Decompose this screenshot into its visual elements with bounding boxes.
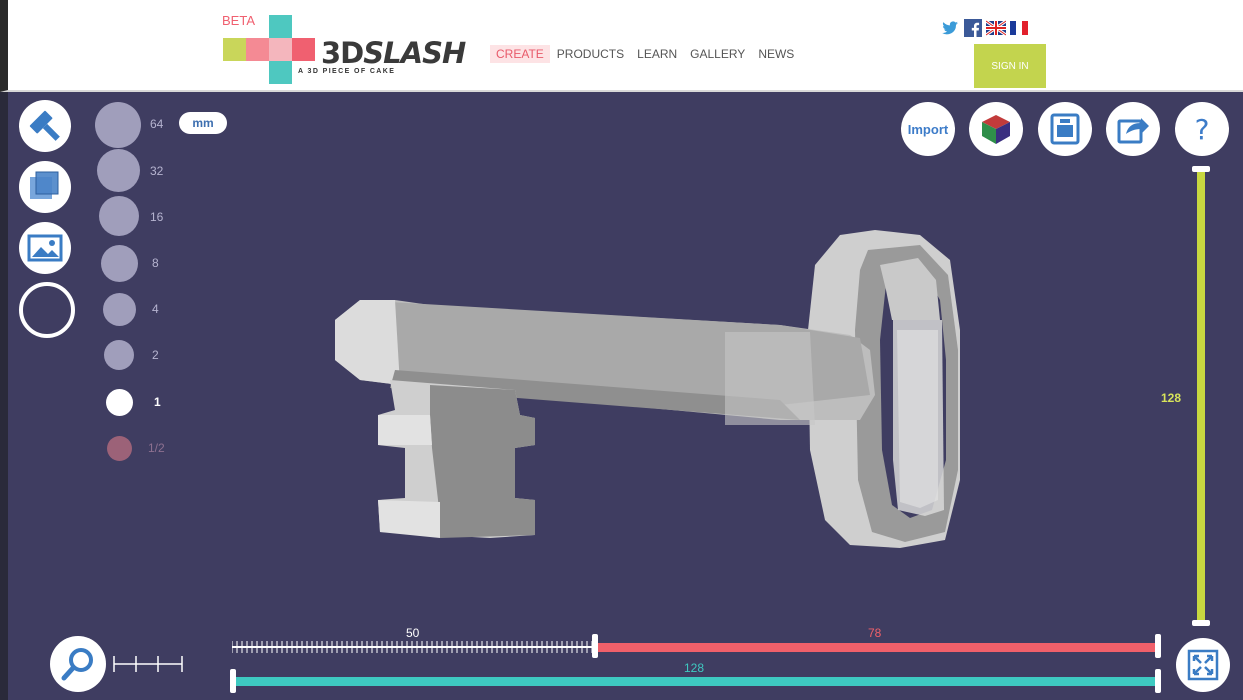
unit-toggle[interactable]: mm — [179, 112, 227, 134]
width-left-handle[interactable] — [230, 669, 236, 693]
slice-range-bar[interactable] — [596, 643, 1158, 652]
hammer-icon — [29, 110, 60, 141]
sign-in-button[interactable]: SIGN IN — [974, 44, 1046, 88]
slice-left-value: 50 — [406, 626, 420, 640]
window-edge — [0, 92, 8, 700]
size-label-half: 1/2 — [148, 441, 165, 455]
brand-italic: SLASH — [363, 36, 466, 70]
width-range-bar[interactable] — [234, 677, 1158, 686]
size-dot-half[interactable] — [107, 436, 132, 461]
size-label-32: 32 — [150, 164, 164, 178]
help-button[interactable]: ? — [1175, 102, 1229, 156]
size-dot-2[interactable] — [104, 340, 134, 370]
key-bit — [378, 380, 535, 538]
slice-right-handle[interactable] — [1155, 634, 1161, 658]
import-button[interactable]: Import — [901, 102, 955, 156]
twitter-icon[interactable] — [940, 18, 960, 38]
image-icon — [27, 234, 63, 262]
height-slider-bar — [1197, 168, 1205, 624]
size-dot-16[interactable] — [99, 196, 139, 236]
size-label-1: 1 — [154, 395, 161, 409]
tagline: A 3D PIECE OF CAKE — [298, 68, 396, 75]
nav-news[interactable]: NEWS — [752, 45, 800, 63]
share-button[interactable] — [1106, 102, 1160, 156]
zoom-scale[interactable] — [112, 654, 184, 674]
help-icon: ? — [1194, 112, 1210, 146]
ring-tool-button[interactable] — [19, 282, 75, 338]
nav-create[interactable]: CREATE — [490, 45, 550, 63]
zoom-button[interactable] — [50, 636, 106, 692]
height-value: 128 — [1161, 391, 1182, 405]
print-icon — [1050, 113, 1080, 145]
size-dot-64[interactable] — [95, 102, 141, 148]
top-header: BETA 3DSLASH A 3D PIECE OF CAKE CREATE P… — [0, 0, 1243, 92]
width-right-handle[interactable] — [1155, 669, 1161, 693]
image-tool-button[interactable] — [19, 222, 71, 274]
width-value: 128 — [684, 661, 705, 675]
nav-products[interactable]: PRODUCTS — [551, 45, 630, 63]
size-label-64: 64 — [150, 117, 164, 131]
share-icon — [1117, 118, 1149, 144]
france-flag-icon[interactable] — [1009, 18, 1029, 38]
social-links — [940, 18, 1029, 38]
size-dot-1-selected[interactable] — [106, 389, 133, 416]
size-label-8: 8 — [152, 256, 159, 270]
key-model — [335, 230, 960, 548]
nav-learn[interactable]: LEARN — [631, 45, 683, 63]
size-label-4: 4 — [152, 302, 159, 316]
slice-right-value: 78 — [868, 626, 882, 640]
color-cube-icon — [982, 115, 1010, 144]
size-dot-8[interactable] — [101, 245, 138, 282]
cube-icon — [30, 171, 59, 199]
height-slider-bottom-handle[interactable] — [1192, 620, 1210, 626]
hammer-tool-button[interactable] — [19, 100, 71, 152]
main-nav: CREATE PRODUCTS LEARN GALLERY NEWS — [490, 45, 801, 63]
height-slider-top-handle[interactable] — [1192, 166, 1210, 172]
color-button[interactable] — [969, 102, 1023, 156]
brand-name[interactable]: 3DSLASH — [321, 36, 466, 70]
size-dot-4[interactable] — [103, 293, 136, 326]
brand-bold: 3D — [321, 36, 364, 70]
magnifier-icon — [61, 648, 93, 681]
nav-gallery[interactable]: GALLERY — [684, 45, 751, 63]
slice-left-handle[interactable] — [592, 634, 598, 658]
print-button[interactable] — [1038, 102, 1092, 156]
cube-tool-button[interactable] — [19, 161, 71, 213]
fit-view-button[interactable] — [1176, 638, 1230, 692]
size-dot-32[interactable] — [97, 149, 140, 192]
fit-view-icon — [1187, 649, 1219, 681]
import-label: Import — [907, 121, 949, 137]
facebook-icon[interactable] — [963, 18, 983, 38]
uk-flag-icon[interactable] — [986, 18, 1006, 38]
size-label-16: 16 — [150, 210, 164, 224]
size-label-2: 2 — [152, 348, 159, 362]
height-slider[interactable] — [1192, 166, 1210, 626]
